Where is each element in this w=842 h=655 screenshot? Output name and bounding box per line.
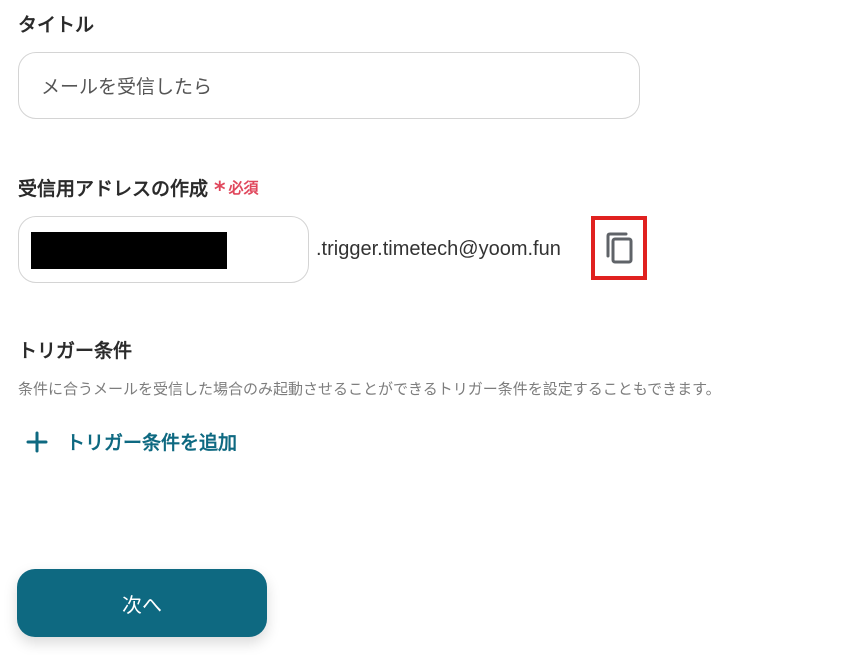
- required-asterisk: *: [214, 177, 226, 203]
- address-label: 受信用アドレスの作成: [18, 178, 209, 200]
- address-prefix-input[interactable]: [18, 216, 309, 283]
- trigger-settings-form: タイトル 受信用アドレスの作成 * 必須 .trigger.timetech@y…: [0, 0, 842, 655]
- add-trigger-condition-button[interactable]: トリガー条件を追加: [26, 428, 237, 455]
- redacted-value: [31, 232, 227, 269]
- copy-icon: [606, 232, 633, 264]
- trigger-conditions-label: トリガー条件: [18, 340, 133, 362]
- next-button[interactable]: 次へ: [17, 569, 267, 637]
- address-domain-suffix: .trigger.timetech@yoom.fun: [316, 238, 561, 260]
- required-badge: * 必須: [214, 177, 259, 203]
- address-label-row: 受信用アドレスの作成 * 必須: [18, 174, 259, 201]
- title-label: タイトル: [18, 14, 95, 36]
- title-input[interactable]: [18, 52, 640, 119]
- trigger-conditions-description: 条件に合うメールを受信した場合のみ起動させることができるトリガー条件を設定するこ…: [18, 380, 721, 398]
- plus-icon: [26, 431, 48, 452]
- required-label: 必須: [228, 179, 259, 197]
- copy-address-button[interactable]: [591, 216, 647, 280]
- add-trigger-condition-label: トリガー条件を追加: [66, 432, 238, 454]
